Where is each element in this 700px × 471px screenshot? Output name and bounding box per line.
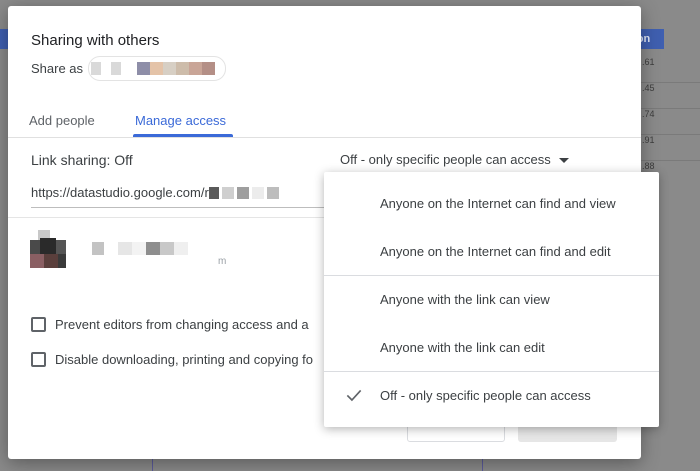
background-axis-line <box>152 457 153 471</box>
disable-downloading-option[interactable]: Disable downloading, printing and copyin… <box>31 352 313 367</box>
link-sharing-selected-value: Off - only specific people can access <box>340 152 551 167</box>
background-value: .91 <box>642 135 655 145</box>
menu-item-internet-view[interactable]: Anyone on the Internet can find and view <box>324 180 659 228</box>
link-sharing-select[interactable]: Off - only specific people can access <box>340 152 569 167</box>
prevent-editors-label: Prevent editors from changing access and… <box>55 317 309 332</box>
person-name-redacted <box>92 242 188 255</box>
tab-add-people[interactable]: Add people <box>29 113 95 128</box>
background-value: .74 <box>642 109 655 119</box>
avatar <box>30 230 66 270</box>
background-left-tab <box>0 29 8 49</box>
tab-manage-access[interactable]: Manage access <box>135 113 226 128</box>
menu-item-internet-edit[interactable]: Anyone on the Internet can find and edit <box>324 228 659 276</box>
share-as-account-chip[interactable] <box>88 56 226 81</box>
caret-down-icon <box>558 157 569 163</box>
divider <box>8 217 331 218</box>
person-email: m <box>218 256 227 267</box>
share-as-label: Share as <box>31 61 84 76</box>
menu-item-link-edit[interactable]: Anyone with the link can edit <box>324 324 659 372</box>
background-value: .45 <box>642 83 655 93</box>
prevent-editors-checkbox[interactable] <box>31 317 46 332</box>
link-sharing-label: Link sharing: Off <box>31 152 133 168</box>
check-icon <box>346 389 362 402</box>
menu-item-link-view[interactable]: Anyone with the link can view <box>324 276 659 324</box>
link-sharing-dropdown-menu: Anyone on the Internet can find and view… <box>324 172 659 427</box>
prevent-editors-option[interactable]: Prevent editors from changing access and… <box>31 317 309 332</box>
disable-downloading-label: Disable downloading, printing and copyin… <box>55 352 314 367</box>
background-axis-line <box>482 457 483 471</box>
menu-item-label: Anyone on the Internet can find and edit <box>380 244 611 259</box>
menu-item-label: Anyone with the link can view <box>380 292 550 307</box>
person-row: m <box>30 222 330 270</box>
menu-item-label: Anyone on the Internet can find and view <box>380 196 616 211</box>
tab-bar: Add people Manage access <box>8 106 641 138</box>
background-value: .61 <box>642 57 655 67</box>
background-values: .61 .45 .74 .91 .88 <box>642 56 655 186</box>
share-url-field[interactable]: https://datastudio.google.com/r <box>31 184 331 208</box>
dialog-title: Sharing with others <box>31 32 160 49</box>
share-url-text: https://datastudio.google.com/r <box>31 185 209 201</box>
menu-item-off-specific[interactable]: Off - only specific people can access <box>324 372 659 420</box>
menu-item-label: Off - only specific people can access <box>380 388 591 403</box>
active-tab-indicator <box>133 134 233 137</box>
menu-item-label: Anyone with the link can edit <box>380 340 545 355</box>
disable-downloading-checkbox[interactable] <box>31 352 46 367</box>
